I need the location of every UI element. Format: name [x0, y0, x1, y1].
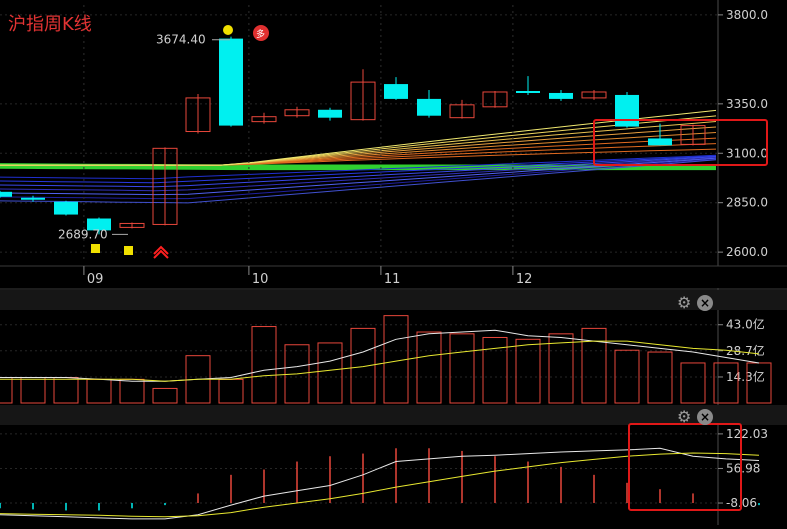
price-tick-label: 2850.0: [726, 196, 768, 210]
macd-panel-controls: ⚙ ×: [677, 409, 717, 427]
candle-body-down: [549, 92, 573, 99]
gear-icon[interactable]: ⚙: [677, 409, 693, 425]
price-tick-label: 3100.0: [726, 146, 768, 160]
signal-badge-label: 多: [256, 28, 265, 40]
kline-chart: 3800.0 3350.0 3100.0 2850.0 2600.0 09 10 11 12 36…: [0, 0, 787, 525]
signal-square-2: [124, 246, 133, 255]
close-icon[interactable]: ×: [697, 409, 713, 425]
low-price-label: 2689.70: [58, 227, 108, 241]
gear-icon[interactable]: ⚙: [677, 295, 693, 311]
candle-body-down: [318, 109, 342, 118]
date-tick-label: 10: [252, 272, 269, 287]
candle-body-down: [384, 84, 408, 99]
volume-panel-header: [0, 290, 787, 310]
signal-square-1: [91, 244, 100, 253]
price-tick-label: 3350.0: [726, 97, 768, 111]
macd-tick-label: 122.03: [726, 427, 768, 441]
signal-dot-yellow: [223, 25, 233, 35]
chart-background: [0, 0, 787, 525]
high-price-label: 3674.40: [156, 33, 206, 47]
price-tick-label: 3800.0: [726, 8, 768, 22]
macd-panel-header: [0, 405, 787, 425]
volume-tick-label: 43.0亿: [726, 317, 765, 332]
candle-body-down: [0, 191, 12, 197]
candle-body-down: [21, 197, 45, 200]
price-tick-label: 2600.0: [726, 245, 768, 259]
candle-body-down: [648, 138, 672, 146]
candle-body-down: [219, 38, 243, 126]
date-tick-label: 12: [516, 272, 533, 287]
candle-body-down: [417, 98, 441, 116]
candle-body-down: [516, 90, 540, 93]
volume-tick-label: 28.7亿: [726, 343, 765, 358]
chart-title: 沪指周K线: [8, 14, 92, 35]
date-tick-label: 09: [87, 272, 104, 287]
close-icon[interactable]: ×: [697, 295, 713, 311]
volume-panel-controls: ⚙ ×: [677, 295, 717, 313]
candle-body-down: [54, 201, 78, 215]
date-tick-label: 11: [384, 272, 401, 287]
chart-stage: 3800.0 3350.0 3100.0 2850.0 2600.0 09 10 11 12 36…: [0, 0, 787, 525]
macd-tick-label: 56.98: [726, 461, 760, 475]
candle-body-down: [615, 94, 639, 127]
volume-tick-label: 14.3亿: [726, 369, 765, 384]
